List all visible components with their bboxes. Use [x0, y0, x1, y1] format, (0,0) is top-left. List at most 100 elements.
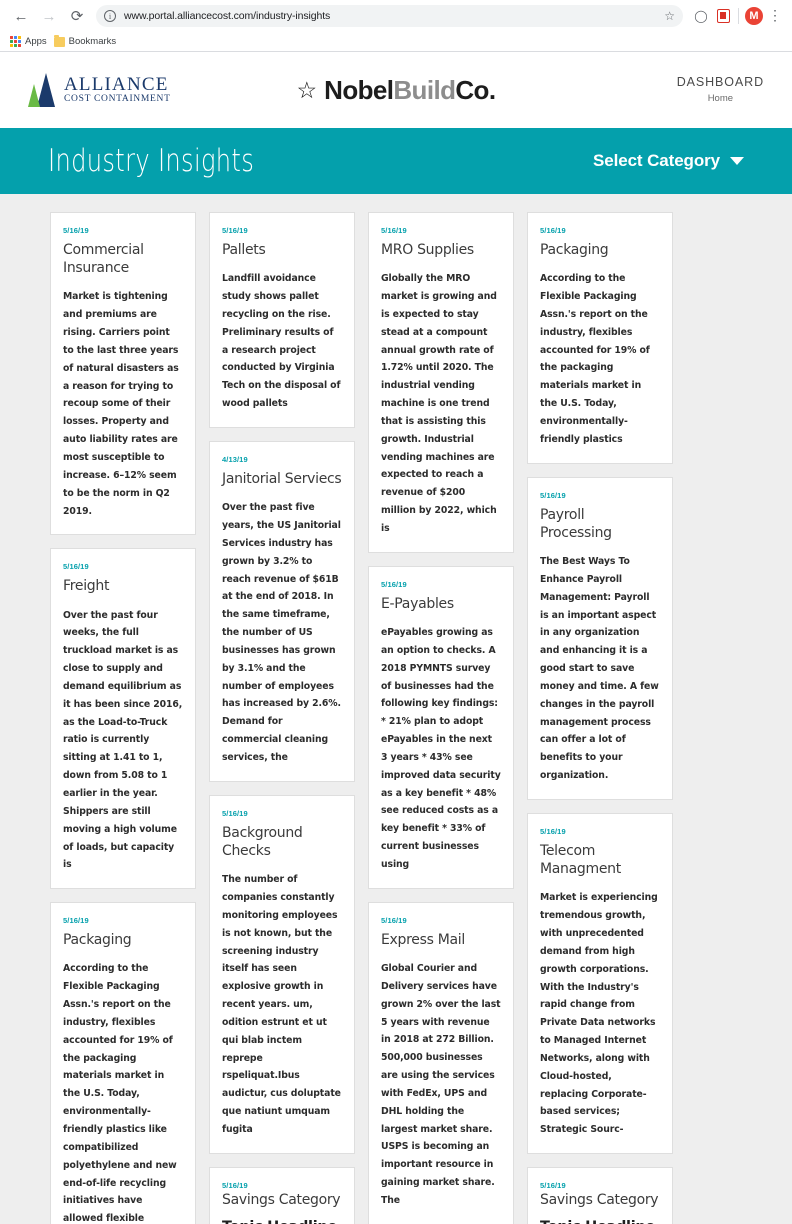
- toolbar-divider: [738, 8, 739, 24]
- brand-word-3: Co.: [455, 74, 496, 105]
- card-body: According to the Flexible Packaging Assn…: [63, 963, 177, 1224]
- card-body: The number of companies constantly monit…: [222, 874, 341, 1135]
- insights-board: 5/16/19 Commercial Insurance Market is tig…: [0, 194, 792, 1224]
- card-body: Over the past four weeks, the full truck…: [63, 609, 183, 871]
- site-info-icon[interactable]: i: [104, 10, 116, 22]
- card-title: Telecom Managment: [540, 842, 621, 878]
- card-title: E-Payables: [381, 595, 454, 612]
- board-column: 5/16/19 MRO Supplies Globally the MRO mark…: [368, 212, 514, 1224]
- card-date: 5/16/19: [63, 226, 89, 235]
- savings-card[interactable]: 5/16/19Savings Category Topic Headline He…: [527, 1167, 673, 1224]
- extension-icon[interactable]: [713, 6, 733, 26]
- bookmark-folder-label: Bookmarks: [68, 36, 117, 47]
- bookmark-folder[interactable]: Bookmarks: [53, 34, 117, 47]
- folder-icon: [53, 34, 65, 47]
- alliance-triangle-icon: [28, 73, 57, 107]
- insight-card[interactable]: 5/16/19 Payroll Processing The Best Ways T…: [527, 476, 673, 800]
- card-category: Savings Category: [222, 1191, 341, 1208]
- bookmarks-bar: Apps Bookmarks: [0, 32, 792, 51]
- board-column: 5/16/19 Packaging According to the Flexibl…: [527, 212, 673, 1224]
- alliance-logo[interactable]: ALLIANCE COST CONTAINMENT: [28, 73, 171, 107]
- insight-card[interactable]: 5/16/19 Freight Over the past four weeks, …: [50, 548, 196, 890]
- brand-word-1: Nobel: [324, 74, 394, 105]
- card-title: Background Checks: [222, 824, 303, 859]
- insight-card[interactable]: 5/16/19 Pallets Landfill avoidance study s…: [209, 212, 355, 428]
- card-body: The Best Ways To Enhance Payroll Managem…: [540, 556, 659, 782]
- client-brand: ☆ NobelBuildCo.: [297, 74, 497, 106]
- card-title: MRO Supplies: [381, 242, 474, 258]
- avatar[interactable]: M: [744, 6, 764, 26]
- card-date: 5/16/19: [381, 579, 407, 589]
- card-title: Janitorial Serviecs: [222, 470, 342, 487]
- insight-card[interactable]: 5/16/19 Packaging According to the Flexibl…: [50, 902, 196, 1224]
- insight-card[interactable]: 4/13/19 Janitorial Serviecs Over the past …: [209, 440, 355, 782]
- card-date: 4/13/19: [222, 454, 248, 464]
- insight-card[interactable]: 5/16/19 Packaging According to the Flexibl…: [527, 212, 673, 464]
- insight-card[interactable]: 5/16/19 E-Payables ePayables growing as an…: [368, 565, 514, 889]
- card-body: Landfill avoidance study shows pallet re…: [222, 273, 341, 410]
- page-title: Industry Insights: [48, 143, 255, 179]
- browser-chrome: ← → ⟳ i www.portal.alliancecost.com/indu…: [0, 0, 792, 52]
- alliance-logo-tagline: COST CONTAINMENT: [64, 93, 171, 104]
- profile-circle-icon[interactable]: ◯: [691, 6, 711, 26]
- card-title: Freight: [63, 578, 110, 595]
- card-title: Pallets: [222, 242, 266, 258]
- card-date: 5/16/19: [222, 808, 248, 818]
- card-category: Savings Category: [540, 1192, 659, 1209]
- bookmark-apps[interactable]: Apps: [10, 36, 47, 47]
- board-column: 5/16/19 Commercial Insurance Market is tig…: [50, 212, 196, 1224]
- reload-icon[interactable]: ⟳: [64, 3, 90, 29]
- card-date: 5/16/19: [381, 915, 407, 925]
- chrome-menu-icon[interactable]: ⋮: [766, 8, 784, 22]
- card-date: 5/16/19: [540, 826, 566, 836]
- card-headline: Topic Headline Here Two or Three Lines o…: [222, 1218, 342, 1224]
- select-category-label: Select Category: [593, 151, 720, 170]
- apps-grid-icon: [10, 36, 21, 47]
- card-date: 5/16/19: [63, 916, 89, 926]
- insight-card[interactable]: 5/16/19 Background Checks The number of co…: [209, 794, 355, 1154]
- alliance-logo-name: ALLIANCE: [64, 74, 169, 96]
- card-date: 5/16/19: [222, 226, 248, 235]
- bookmark-star-icon[interactable]: ☆: [664, 9, 675, 23]
- card-title: Commercial Insurance: [63, 242, 144, 277]
- card-title: Payroll Processing: [540, 506, 612, 541]
- forward-arrow-icon[interactable]: →: [36, 3, 62, 29]
- board-column: 5/16/19 Pallets Landfill avoidance study s…: [209, 212, 355, 1224]
- brand-word-2: Build: [393, 74, 456, 105]
- bookmark-apps-label: Apps: [25, 36, 47, 47]
- dashboard-link[interactable]: DASHBOARD: [677, 73, 764, 92]
- home-link[interactable]: Home: [677, 92, 764, 107]
- chevron-down-icon: [730, 157, 744, 165]
- card-date: 5/16/19: [63, 562, 89, 572]
- card-title: Express Mail: [381, 931, 465, 948]
- client-brand-name: NobelBuildCo.: [324, 74, 496, 106]
- card-date: 5/16/19: [540, 490, 566, 500]
- card-date: 5/16/19: [222, 1180, 248, 1190]
- card-title: Packaging: [63, 932, 132, 949]
- insight-card[interactable]: 5/16/19 Express Mail Global Courier and De…: [368, 901, 514, 1224]
- alliance-logo-text: ALLIANCE COST CONTAINMENT: [64, 75, 171, 105]
- card-body: Globally the MRO market is growing and i…: [381, 273, 497, 534]
- card-body: Global Courier and Delivery services hav…: [381, 963, 501, 1206]
- omnibox-actions: ☆: [664, 9, 675, 23]
- url-text: www.portal.alliancecost.com/industry-ins…: [124, 10, 331, 22]
- card-body: According to the Flexible Packaging Assn…: [540, 273, 650, 445]
- insight-card[interactable]: 5/16/19 Telecom Managment Market is experi…: [527, 812, 673, 1155]
- savings-card[interactable]: 5/16/19Savings Category Topic Headline He…: [209, 1166, 355, 1224]
- card-headline: Topic Headline Here Two or Three Lines o…: [540, 1218, 660, 1224]
- card-body: Over the past five years, the US Janitor…: [222, 502, 341, 763]
- card-date: 5/16/19: [540, 1181, 566, 1191]
- site-header: ALLIANCE COST CONTAINMENT ☆ NobelBuildCo…: [0, 52, 792, 128]
- card-date: 5/16/19: [381, 226, 407, 235]
- browser-toolbar: ← → ⟳ i www.portal.alliancecost.com/indu…: [0, 0, 792, 32]
- card-body: Market is tightening and premiums are ri…: [63, 291, 179, 517]
- insight-card[interactable]: 5/16/19 MRO Supplies Globally the MRO mark…: [368, 212, 514, 553]
- category-selector[interactable]: Select Category: [593, 151, 744, 171]
- insight-card[interactable]: 5/16/19 Commercial Insurance Market is tig…: [50, 212, 196, 536]
- card-body: ePayables growing as an option to checks…: [381, 627, 501, 870]
- page-banner: Industry Insights Select Category: [0, 128, 792, 194]
- address-bar[interactable]: i www.portal.alliancecost.com/industry-i…: [96, 5, 683, 27]
- card-title: Packaging: [540, 242, 609, 258]
- back-arrow-icon[interactable]: ←: [8, 3, 34, 29]
- card-body: Market is experiencing tremendous growth…: [540, 892, 658, 1136]
